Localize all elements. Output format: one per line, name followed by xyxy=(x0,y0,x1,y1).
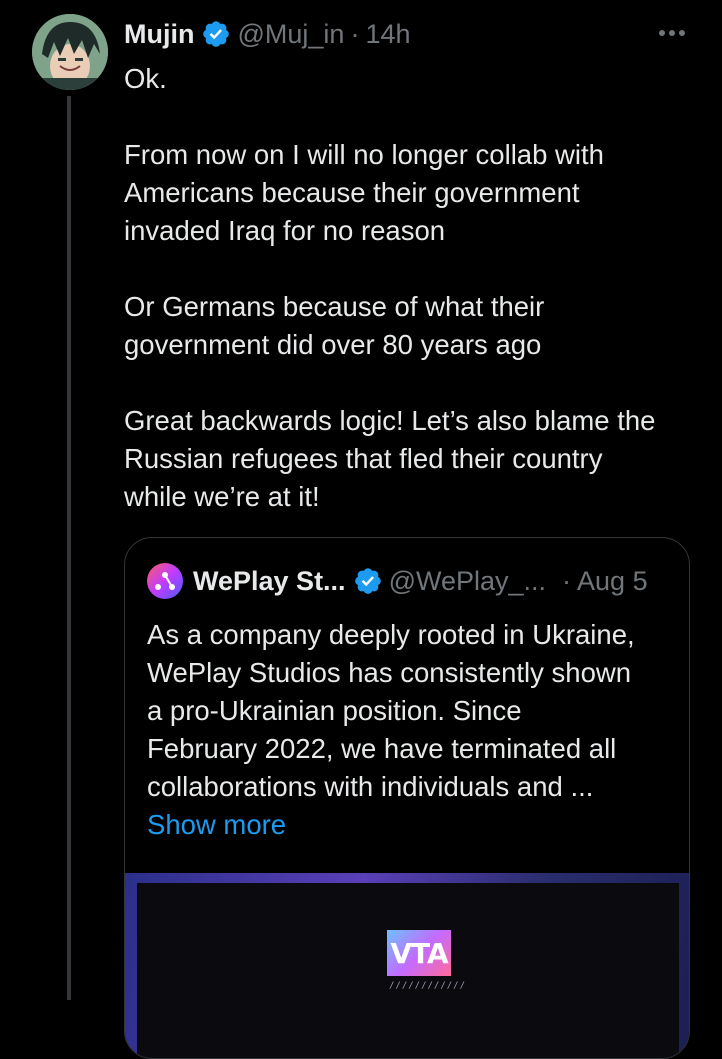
quoted-author-handle: @WePlay_... xyxy=(388,565,547,596)
tweet-text: Ok. From now on I will no longer collab … xyxy=(124,60,704,516)
verified-badge-icon xyxy=(353,566,383,596)
quoted-author-name: WePlay St... xyxy=(193,565,346,596)
quoted-tweet-media[interactable]: VTA //////////// xyxy=(125,873,689,1058)
author-handle[interactable]: @Muj_in xyxy=(237,19,344,50)
more-options-icon[interactable] xyxy=(654,18,690,48)
thread-connector-line xyxy=(67,96,71,1000)
tweet-header: Mujin @Muj_in · 14h xyxy=(124,14,411,54)
author-name[interactable]: Mujin xyxy=(124,19,194,50)
quoted-tweet-header: WePlay St... @WePlay_... · Aug 5 xyxy=(147,562,648,600)
quoted-header-separator: · xyxy=(562,565,572,596)
tweet-timestamp[interactable]: 14h xyxy=(365,19,410,50)
verified-badge-icon xyxy=(201,19,231,49)
tweet-paragraph: From now on I will no longer collab with… xyxy=(124,139,604,246)
tweet-paragraph: Ok. xyxy=(124,63,167,94)
tweet-paragraph: Or Germans because of what their governm… xyxy=(124,291,545,360)
quoted-tweet-body: As a company deeply rooted in Ukraine, W… xyxy=(147,619,635,802)
quoted-tweet-card[interactable]: WePlay St... @WePlay_... · Aug 5 As a co… xyxy=(124,537,690,1059)
quoted-tweet-text: As a company deeply rooted in Ukraine, W… xyxy=(147,616,667,844)
avatar-illustration xyxy=(32,14,108,90)
avatar[interactable] xyxy=(32,14,108,90)
header-separator: · xyxy=(350,18,360,49)
weplay-logo-icon xyxy=(147,563,183,599)
media-logo: VTA xyxy=(387,930,451,976)
show-more-link[interactable]: Show more xyxy=(147,806,667,844)
media-image: VTA //////////// xyxy=(137,883,679,1058)
tweet-paragraph: Great backwards logic! Let’s also blame … xyxy=(124,405,656,512)
media-logo-caption: //////////// xyxy=(389,981,467,991)
quoted-tweet-date: Aug 5 xyxy=(577,565,648,596)
